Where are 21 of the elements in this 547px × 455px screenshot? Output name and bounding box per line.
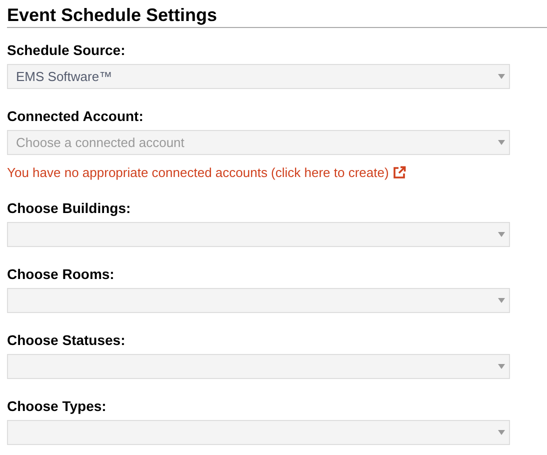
field-label: Choose Types:	[7, 396, 108, 414]
create-account-link[interactable]: You have no appropriate connected accounts (click here to create)	[7, 163, 389, 182]
external-link-icon	[392, 166, 406, 180]
field-label: Schedule Source:	[7, 41, 126, 59]
dropdown-select[interactable]	[7, 222, 510, 246]
dropdown-select[interactable]	[7, 420, 510, 444]
caret-icon	[498, 298, 505, 302]
field-label: Choose Statuses:	[7, 330, 126, 348]
caret-icon	[498, 232, 505, 236]
field-label: Connected Account:	[7, 107, 144, 125]
caret-icon	[498, 140, 505, 145]
dropdown-select[interactable]	[7, 354, 510, 378]
section-heading: Event Schedule Settings	[7, 4, 218, 26]
field-label: Choose Buildings:	[7, 198, 132, 216]
caret-icon	[498, 430, 505, 434]
dropdown-select[interactable]	[7, 288, 510, 312]
field-label: Choose Rooms:	[7, 264, 116, 282]
dropdown-select[interactable]: EMS Software™	[7, 64, 510, 89]
caret-icon	[498, 74, 505, 79]
caret-icon	[498, 364, 505, 368]
dropdown-select[interactable]: Choose a connected account	[7, 130, 510, 155]
